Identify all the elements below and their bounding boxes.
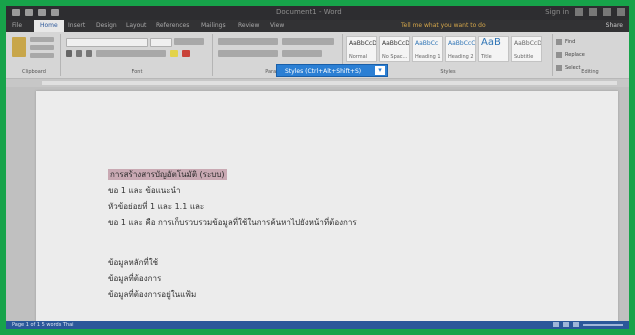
- doc-line[interactable]: ข้อมูลที่ต้องการอยู่ในแฟ้ม: [108, 288, 196, 301]
- word-window: Document1 - Word Sign in File Home Inser…: [6, 6, 629, 329]
- copy-icon[interactable]: [30, 45, 54, 50]
- list-icons[interactable]: [218, 38, 278, 45]
- cut-icon[interactable]: [30, 37, 54, 42]
- document-page[interactable]: การสร้างสารบัญอัตโนมัติ (ระบบ) ขอ 1 และ …: [36, 91, 618, 327]
- style-name: Subtitle: [514, 54, 534, 60]
- doc-line[interactable]: ขอ 1 และ ข้อแนะนำ: [108, 184, 181, 197]
- doc-line[interactable]: ขอ 1 และ คือ การเก็บรวบรวมข้อมูลที่ใช้ใน…: [108, 216, 357, 229]
- tab-mailings[interactable]: Mailings: [201, 22, 226, 29]
- tab-home[interactable]: Home: [34, 20, 64, 32]
- tab-layout[interactable]: Layout: [126, 22, 146, 29]
- font-format-icons[interactable]: [96, 50, 166, 57]
- style-title[interactable]: AaB Title: [478, 36, 509, 62]
- style-name: Heading 2: [448, 54, 474, 60]
- status-text: Page 1 of 1 5 words Thai: [12, 322, 74, 328]
- ruler-bar: [6, 79, 629, 87]
- style-name: Heading 1: [415, 54, 441, 60]
- find-button[interactable]: Find: [556, 37, 624, 47]
- styles-gallery: AaBbCcDc Normal AaBbCcDc No Spac... AaBb…: [346, 36, 542, 62]
- editing-group: Find Replace Select Editing: [556, 34, 624, 76]
- style-no-spacing[interactable]: AaBbCcDc No Spac...: [379, 36, 410, 62]
- selected-text[interactable]: การสร้างสารบัญอัตโนมัติ (ระบบ): [108, 169, 227, 180]
- doc-line[interactable]: ข้อมูลที่ต้องการ: [108, 272, 161, 285]
- style-sample: AaBbCcC: [448, 40, 475, 47]
- customize-icon[interactable]: [51, 9, 59, 16]
- font-name-select[interactable]: [66, 38, 148, 47]
- tab-view[interactable]: View: [270, 22, 284, 29]
- doc-line-heading[interactable]: การสร้างสารบัญอัตโนมัติ (ระบบ): [108, 168, 227, 181]
- document-workspace: การสร้างสารบัญอัตโนมัติ (ระบบ) ขอ 1 และ …: [6, 87, 629, 327]
- ribbon: Clipboard Font Paragraph Styles AaBb: [6, 32, 629, 79]
- tell-me-box[interactable]: Tell me what you want to do: [401, 22, 486, 29]
- tab-insert[interactable]: Insert: [68, 22, 85, 29]
- font-size-select[interactable]: [150, 38, 172, 47]
- style-normal[interactable]: AaBbCcDc Normal: [346, 36, 377, 62]
- format-painter-icon[interactable]: [30, 53, 54, 58]
- tab-references[interactable]: References: [156, 22, 189, 29]
- alignment-icons[interactable]: [218, 50, 278, 57]
- font-label: Font: [131, 69, 143, 75]
- share-button[interactable]: Share: [606, 22, 623, 29]
- quick-access-toolbar: [12, 9, 59, 16]
- doc-line[interactable]: ข้อมูลหลักที่ใช้: [108, 256, 158, 269]
- style-sample: AaBbCcD: [514, 40, 541, 47]
- clipboard-group: Clipboard: [8, 34, 61, 76]
- close-icon[interactable]: [617, 8, 625, 16]
- zoom-slider[interactable]: [583, 324, 623, 326]
- maximize-icon[interactable]: [603, 8, 611, 16]
- sign-in-link[interactable]: Sign in: [545, 8, 569, 16]
- ribbon-display-icon[interactable]: [575, 8, 583, 16]
- underline-icon[interactable]: [86, 50, 92, 57]
- tab-review[interactable]: Review: [238, 22, 259, 29]
- style-subtitle[interactable]: AaBbCcD Subtitle: [511, 36, 542, 62]
- font-color-icon[interactable]: [182, 50, 190, 57]
- ribbon-tabs: File Home Insert Design Layout Reference…: [6, 20, 629, 32]
- italic-icon[interactable]: [76, 50, 82, 57]
- window-title: Document1 - Word: [276, 8, 342, 16]
- minimize-icon[interactable]: [589, 8, 597, 16]
- status-bar: Page 1 of 1 5 words Thai: [6, 321, 629, 329]
- highlight-color-icon[interactable]: [170, 50, 178, 57]
- replace-button[interactable]: Replace: [556, 50, 624, 60]
- style-heading-1[interactable]: AaBbCc Heading 1: [412, 36, 443, 62]
- editing-label: Editing: [581, 69, 599, 75]
- style-sample: AaBbCc: [415, 40, 439, 47]
- clipboard-label: Clipboard: [22, 69, 46, 75]
- tooltip-text: Styles (Ctrl+Alt+Shift+S): [285, 68, 362, 75]
- replace-icon: [556, 52, 562, 58]
- title-bar: Document1 - Word Sign in: [6, 6, 629, 20]
- save-icon[interactable]: [12, 9, 20, 16]
- styles-tooltip: Styles (Ctrl+Alt+Shift+S) ▾: [276, 64, 388, 77]
- style-name: No Spac...: [382, 54, 408, 60]
- style-sample: AaB: [481, 37, 501, 48]
- style-heading-2[interactable]: AaBbCcC Heading 2: [445, 36, 476, 62]
- print-layout-icon[interactable]: [563, 322, 569, 327]
- horizontal-ruler[interactable]: [42, 81, 617, 85]
- font-size-buttons[interactable]: [174, 38, 204, 45]
- window-controls: [575, 8, 625, 16]
- indent-sort-icons[interactable]: [282, 38, 334, 45]
- replace-label: Replace: [565, 52, 585, 58]
- style-name: Title: [481, 54, 492, 60]
- tab-file[interactable]: File: [12, 22, 22, 29]
- style-sample: AaBbCcDc: [382, 40, 409, 47]
- read-mode-icon[interactable]: [553, 322, 559, 327]
- doc-line[interactable]: หัวข้อย่อยที่ 1 และ 1.1 และ: [108, 200, 204, 213]
- paste-icon[interactable]: [12, 37, 26, 57]
- undo-icon[interactable]: [25, 9, 33, 16]
- style-sample: AaBbCcDc: [349, 40, 376, 47]
- tab-design[interactable]: Design: [96, 22, 117, 29]
- view-controls: [553, 322, 623, 327]
- web-layout-icon[interactable]: [573, 322, 579, 327]
- spacing-shading-icons[interactable]: [282, 50, 322, 57]
- redo-icon[interactable]: [38, 9, 46, 16]
- bold-icon[interactable]: [66, 50, 72, 57]
- style-name: Normal: [349, 54, 368, 60]
- dropdown-arrow-icon[interactable]: ▾: [375, 66, 385, 75]
- find-label: Find: [565, 39, 576, 45]
- font-group: Font: [62, 34, 213, 76]
- find-icon: [556, 39, 562, 45]
